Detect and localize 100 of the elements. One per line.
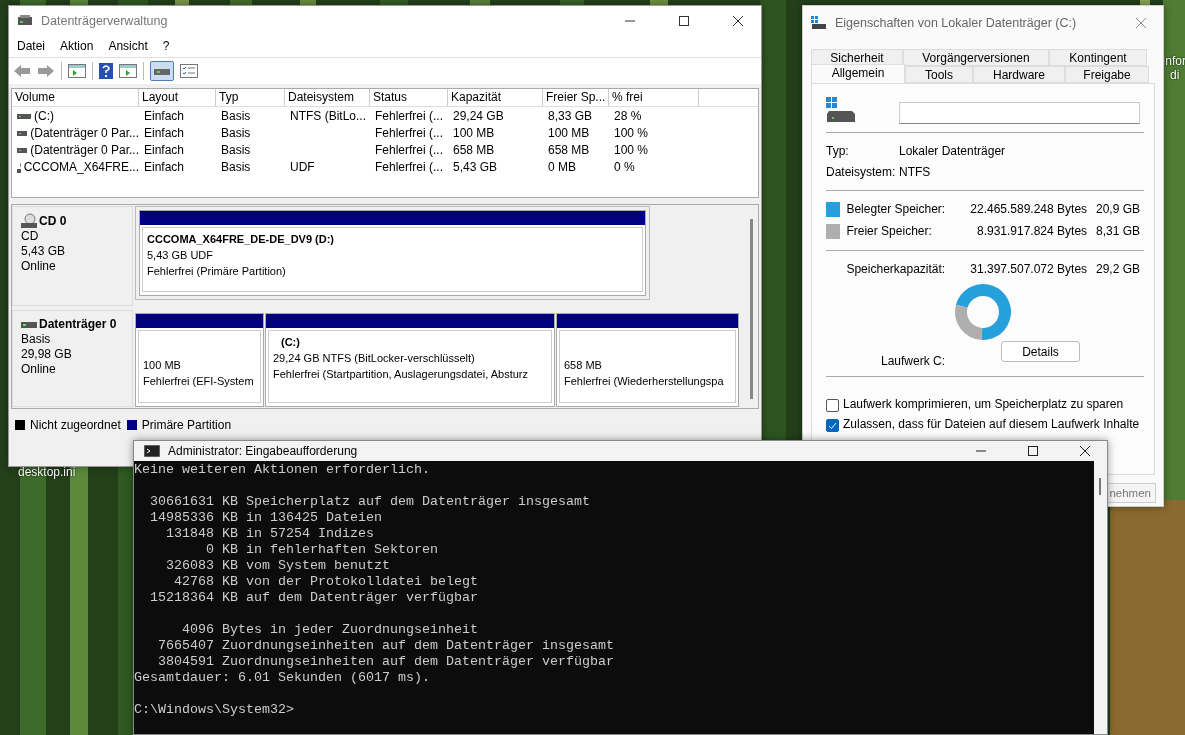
table-cell: Basis	[221, 142, 251, 157]
console-line: 42768 KB von der Protokolldatei belegt	[173, 574, 478, 590]
disk-size: 5,43 GB	[21, 244, 67, 259]
usage-size: 8,31 GB	[1094, 224, 1140, 238]
table-cell: 29,24 GB	[453, 108, 504, 123]
column-header[interactable]: Kapazität	[448, 89, 543, 106]
console-tree-icon[interactable]	[68, 64, 86, 78]
table-cell: (C:)	[34, 108, 54, 123]
dialog-title: Eigenschaften von Lokaler Datenträger (C:)	[835, 16, 1077, 30]
drive-icon	[21, 319, 37, 330]
disk-label-panel[interactable]: Datenträger 0 Basis 29,98 GB Online	[12, 310, 133, 407]
console-icon	[144, 445, 160, 457]
scrollbar[interactable]	[746, 205, 758, 408]
table-cell: Einfach	[144, 125, 185, 140]
scrollbar[interactable]	[1094, 461, 1107, 734]
table-cell: Fehlerfrei (...	[375, 142, 443, 157]
drive-name-field[interactable]	[899, 102, 1140, 124]
partition-name: CCCOMA_X64FRE_DE-DE_DV9 (D:)	[147, 232, 335, 247]
console-line: Keine weiteren Aktionen erforderlich.	[134, 462, 430, 478]
console-line: 7665407 Zuordnungseinheiten auf dem Datenträger insgesamt	[157, 638, 614, 654]
table-cell: 28 %	[614, 108, 642, 123]
legend-label: Primäre Partition	[141, 418, 232, 432]
capacity-bytes: 31.397.507.072 Bytes	[969, 262, 1088, 276]
action-pane-icon[interactable]	[119, 64, 137, 78]
console-line: 0 KB in fehlerhaften Sektoren	[204, 542, 438, 558]
column-header[interactable]: Dateisystem	[285, 89, 370, 106]
checkbox[interactable]	[826, 419, 839, 432]
info-label: Typ:	[826, 143, 850, 158]
table-cell: Einfach	[144, 142, 185, 157]
details-button[interactable]: Details	[1001, 341, 1080, 362]
checkbox[interactable]	[826, 399, 839, 412]
usage-bytes: 8.931.917.824 Bytes	[975, 224, 1088, 238]
forward-arrow-icon[interactable]	[37, 64, 55, 78]
table-cell: Basis	[221, 108, 251, 123]
info-value: NTFS	[899, 164, 931, 179]
tab[interactable]: Vorgängerversionen	[903, 49, 1049, 66]
partition-status: Fehlerfrei (EFI-System	[143, 374, 254, 389]
table-cell: 658 MB	[453, 142, 495, 157]
column-header[interactable]: Typ	[216, 89, 285, 106]
table-cell: 0 MB	[548, 159, 576, 174]
usage-label: Freier Speicher:	[846, 224, 933, 238]
menu-item[interactable]: Ansicht	[108, 39, 148, 53]
checklist-icon[interactable]	[180, 64, 198, 78]
table-cell: Basis	[221, 125, 251, 140]
close-icon[interactable]	[732, 14, 744, 27]
help-icon[interactable]	[99, 63, 113, 79]
back-arrow-icon[interactable]	[13, 64, 31, 78]
table-cell: Einfach	[144, 108, 185, 123]
maximize-icon[interactable]	[678, 14, 690, 27]
console-line: Gesamtdauer: 6.01 Sekunden (6017 ms).	[134, 670, 430, 686]
menu-item[interactable]: Datei	[17, 39, 45, 53]
drive-label: Laufwerk C:	[879, 354, 946, 368]
table-cell: 658 MB	[548, 142, 590, 157]
legend-label: Nicht zugeordnet	[30, 418, 121, 432]
disk-type: CD	[21, 229, 40, 244]
disk-label-panel[interactable]: CD 0 CD 5,43 GB Online	[12, 206, 133, 306]
capacity-size: 29,2 GB	[1094, 262, 1140, 276]
table-cell: CCCOMA_X64FRE...	[23, 159, 139, 174]
column-header[interactable]: Volume	[12, 89, 139, 106]
table-cell: 100 MB	[548, 125, 590, 140]
partition-size: 100 MB	[143, 358, 181, 373]
partition-size: 658 MB	[564, 358, 602, 373]
partition-status: Fehlerfrei (Primäre Partition)	[147, 264, 286, 279]
tab[interactable]: Freigabe	[1065, 66, 1149, 83]
drive-icon	[811, 16, 827, 30]
table-cell: 100 %	[614, 142, 649, 157]
table-cell: Basis	[221, 159, 251, 174]
tab[interactable]: Kontingent	[1049, 49, 1147, 66]
menu-item[interactable]: ?	[162, 39, 170, 53]
column-header[interactable]: % frei	[609, 89, 699, 106]
tab[interactable]: Hardware	[973, 66, 1065, 83]
close-icon[interactable]	[1079, 445, 1091, 457]
desktop-icon-label[interactable]: desktop.ini	[18, 465, 76, 479]
tab[interactable]: Allgemein	[811, 64, 905, 83]
partition-block[interactable]: 658 MB Fehlerfrei (Wiederherstellungspa	[556, 313, 739, 407]
column-header[interactable]: Status	[370, 89, 448, 106]
tab[interactable]: Tools	[905, 66, 973, 83]
desktop-icon-label[interactable]: di	[1162, 68, 1180, 82]
table-cell: Fehlerfrei (...	[375, 125, 443, 140]
info-label: Dateisystem:	[826, 164, 897, 179]
usage-label: Belegter Speicher:	[846, 202, 947, 216]
disk-view-button[interactable]	[150, 61, 174, 81]
partition-block[interactable]: 100 MB Fehlerfrei (EFI-System	[135, 313, 264, 407]
disk-type: Basis	[21, 332, 52, 347]
disk-status: Online	[21, 362, 57, 377]
checkmark-icon	[828, 421, 837, 430]
column-header[interactable]: Freier Sp...	[543, 89, 609, 106]
apply-button[interactable]: nehmen	[1108, 483, 1156, 503]
partition-block[interactable]: (C:) 29,24 GB NTFS (BitLocker-verschlüsselt) Fehlerfrei (Startpartition, Auslagerungsdatei, Absturz	[265, 313, 555, 407]
column-header[interactable]: Layout	[139, 89, 216, 106]
table-cell: 5,43 GB	[453, 159, 498, 174]
usage-bytes: 22.465.589.248 Bytes	[969, 202, 1088, 216]
maximize-icon[interactable]	[1027, 445, 1039, 457]
console-line: 131848 KB in 57254 Indizes	[165, 526, 374, 542]
disk-size: 29,98 GB	[21, 347, 73, 362]
partition-block[interactable]: CCCOMA_X64FRE_DE-DE_DV9 (D:) 5,43 GB UDF Fehlerfrei (Primäre Partition)	[139, 210, 646, 296]
menu-item[interactable]: Aktion	[60, 39, 94, 53]
console-line: 326083 KB vom System benutzt	[165, 558, 390, 574]
info-value: Lokaler Datenträger	[899, 143, 1006, 158]
disk-management-icon	[17, 13, 33, 28]
